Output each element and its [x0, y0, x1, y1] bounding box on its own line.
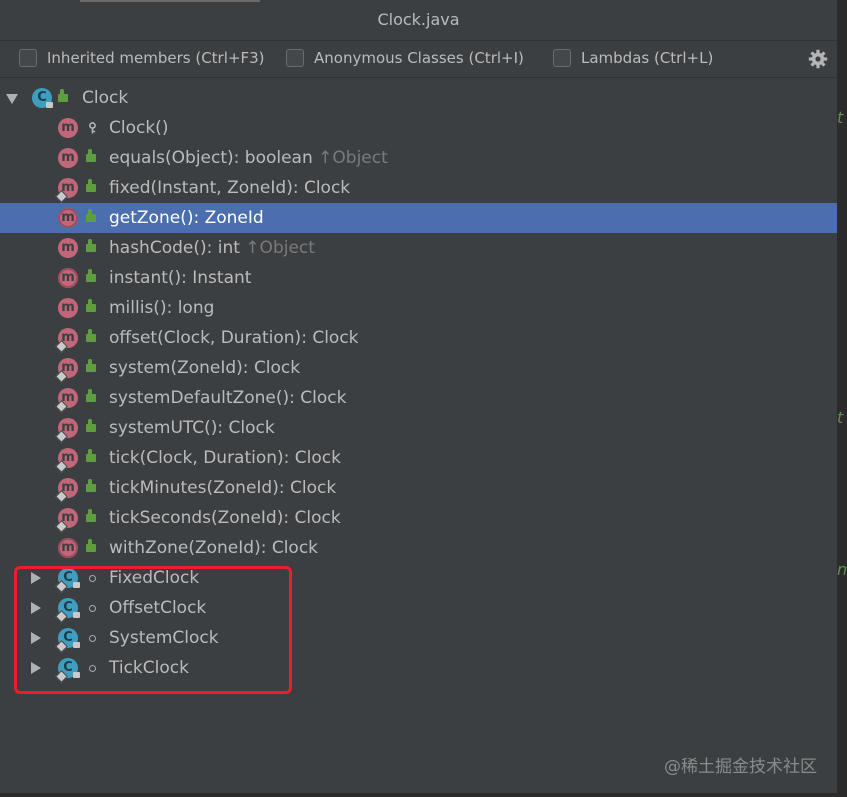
member-label: tickSeconds(ZoneId): Clock	[109, 508, 341, 528]
node-label: Clock	[82, 88, 129, 108]
member-label: tickMinutes(ZoneId): Clock	[109, 478, 337, 498]
tree-member-tick[interactable]: m tick(Clock, Duration): Clock	[0, 443, 837, 473]
checkbox-box[interactable]	[553, 49, 571, 67]
member-label: equals(Object): boolean ↑Object	[109, 148, 388, 168]
member-label: Clock()	[109, 118, 169, 138]
public-lock-icon	[86, 209, 96, 222]
method-icon: m	[58, 298, 78, 318]
member-label: fixed(Instant, ZoneId): Clock	[109, 178, 351, 198]
abstract-method-icon: m	[58, 538, 78, 558]
file-structure-popup: Clock.java Inherited members (Ctrl+F3) A…	[0, 0, 838, 793]
tree-member-systemdefaultzone[interactable]: m systemDefaultZone(): Clock	[0, 383, 837, 413]
tree-member-withzone[interactable]: m withZone(ZoneId): Clock	[0, 533, 837, 563]
public-lock-icon	[86, 149, 96, 162]
tree-member-equals[interactable]: m equals(Object): boolean ↑Object	[0, 143, 837, 173]
tree-member-system[interactable]: m system(ZoneId): Clock	[0, 353, 837, 383]
protected-key-icon	[89, 122, 96, 134]
tree-member-clock-constructor[interactable]: m Clock()	[0, 113, 837, 143]
public-lock-icon	[86, 449, 96, 462]
member-label: systemUTC(): Clock	[109, 418, 275, 438]
top-accent-line	[80, 0, 260, 2]
popup-title: Clock.java	[0, 0, 837, 41]
watermark: @稀土掘金技术社区	[664, 757, 817, 777]
public-lock-icon	[58, 89, 68, 102]
tree-member-tickseconds[interactable]: m tickSeconds(ZoneId): Clock	[0, 503, 837, 533]
gear-icon[interactable]	[808, 49, 828, 69]
editor-edge-glyph: t	[837, 408, 844, 427]
inherited-members-checkbox[interactable]: Inherited members (Ctrl+F3)	[19, 49, 265, 67]
member-label: systemDefaultZone(): Clock	[109, 388, 347, 408]
public-lock-icon	[86, 299, 96, 312]
editor-edge-glyph: t	[837, 108, 844, 127]
checkbox-label: Inherited members (Ctrl+F3)	[47, 49, 265, 67]
member-label: withZone(ZoneId): Clock	[109, 538, 319, 558]
member-label: offset(Clock, Duration): Clock	[109, 328, 359, 348]
public-lock-icon	[86, 179, 96, 192]
anonymous-classes-checkbox[interactable]: Anonymous Classes (Ctrl+I)	[286, 49, 524, 67]
tree-node-clock[interactable]: C Clock	[0, 83, 837, 113]
public-lock-icon	[86, 269, 96, 282]
public-lock-icon	[86, 239, 96, 252]
inherited-from-label: ↑Object	[245, 238, 315, 258]
public-lock-icon	[86, 539, 96, 552]
lambdas-checkbox[interactable]: Lambdas (Ctrl+L)	[553, 49, 713, 67]
checkbox-box[interactable]	[19, 49, 37, 67]
tree-member-hashcode[interactable]: m hashCode(): int ↑Object	[0, 233, 837, 263]
lock-overlay-icon	[46, 102, 53, 108]
member-label: millis(): long	[109, 298, 215, 318]
method-icon: m	[58, 118, 78, 138]
tree-member-millis[interactable]: m millis(): long	[0, 293, 837, 323]
public-lock-icon	[86, 389, 96, 402]
public-lock-icon	[86, 479, 96, 492]
tree-member-instant[interactable]: m instant(): Instant	[0, 263, 837, 293]
editor-edge-glyph: n	[837, 560, 847, 579]
member-label: instant(): Instant	[109, 268, 252, 288]
method-icon: m	[58, 238, 78, 258]
tree-member-tickminutes[interactable]: m tickMinutes(ZoneId): Clock	[0, 473, 837, 503]
tree-member-systemutc[interactable]: m systemUTC(): Clock	[0, 413, 837, 443]
public-lock-icon	[86, 329, 96, 342]
tree-member-getzone[interactable]: m getZone(): ZoneId	[0, 203, 837, 233]
annotation-highlight-box	[14, 566, 292, 694]
checkbox-box[interactable]	[286, 49, 304, 67]
tree-member-offset[interactable]: m offset(Clock, Duration): Clock	[0, 323, 837, 353]
abstract-method-icon: m	[58, 268, 78, 288]
member-label: tick(Clock, Duration): Clock	[109, 448, 341, 468]
member-label: hashCode(): int ↑Object	[109, 238, 315, 258]
checkbox-label: Lambdas (Ctrl+L)	[581, 49, 714, 67]
member-label: system(ZoneId): Clock	[109, 358, 301, 378]
inherited-from-label: ↑Object	[318, 148, 388, 168]
expand-arrow-icon[interactable]	[6, 94, 18, 104]
tree-member-fixed[interactable]: m fixed(Instant, ZoneId): Clock	[0, 173, 837, 203]
public-lock-icon	[86, 419, 96, 432]
abstract-method-icon: m	[58, 208, 78, 228]
filter-bar: Inherited members (Ctrl+F3) Anonymous Cl…	[0, 41, 837, 78]
method-icon: m	[58, 148, 78, 168]
member-label: getZone(): ZoneId	[109, 208, 264, 228]
public-lock-icon	[86, 359, 96, 372]
public-lock-icon	[86, 509, 96, 522]
checkbox-label: Anonymous Classes (Ctrl+I)	[314, 49, 524, 67]
